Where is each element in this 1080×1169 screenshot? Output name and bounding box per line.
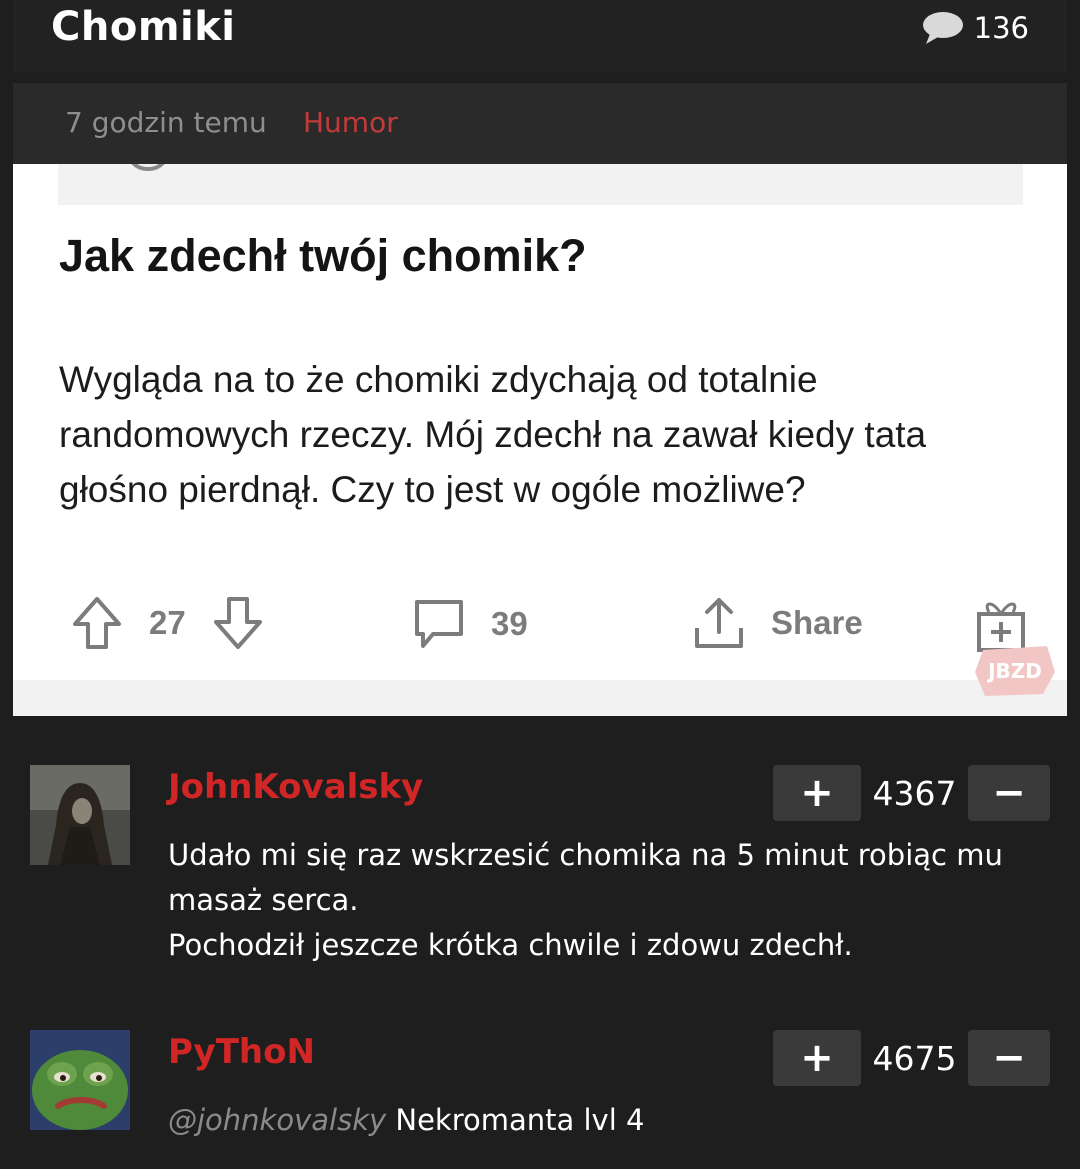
vote-box: + 4675 − [773,1030,1050,1086]
comment-icon [415,600,463,648]
downvote-button[interactable]: − [968,765,1050,821]
comment-username[interactable]: PyThoN [168,1032,315,1072]
embed-share-label: Share [771,604,863,641]
embed-vote-group: 27 [69,594,266,652]
embed-score: 27 [149,604,186,641]
embed-post-title: Jak zdechł twój chomik? [59,230,587,281]
embed-post-body: Wygląda na to że chomiki zdychają od tot… [59,359,927,510]
comment-score: 4675 [872,1038,957,1078]
user-mention-link[interactable]: @johnkovalsky [168,1103,386,1137]
page-title: Chomiki [51,4,236,50]
watermark-text: JBZD [986,659,1042,683]
post-time: 7 godzin temu [65,106,267,139]
upvote-button[interactable]: + [773,765,861,821]
avatar[interactable] [30,765,130,865]
comment-text: @johnkovalsky Nekromanta lvl 4 [168,1098,1048,1143]
upvote-arrow-icon [73,597,121,649]
category-link[interactable]: Humor [303,106,398,139]
embed-comments-group: 39 [411,596,528,652]
watermark-logo: JBZD [975,646,1055,696]
comment-text: Udało mi się raz wskrzesić chomika na 5 … [168,833,1048,968]
vote-box: + 4367 − [773,765,1050,821]
downvote-arrow-icon [213,597,262,649]
comment-username[interactable]: JohnKovalsky [168,767,423,807]
embed-share-group: Share [691,594,863,652]
award-icon [131,164,165,171]
speech-bubble-icon [922,12,963,44]
share-icon [695,598,743,648]
embed-top-strip [58,164,1023,205]
comment-line: Udało mi się raz wskrzesić chomika na 5 … [168,838,1003,917]
comment-count: 136 [973,11,1029,45]
embed-action-bar: 27 39 Share [13,594,1067,654]
embed-bottom-strip [13,680,1067,716]
avatar[interactable] [30,1030,130,1130]
comment-count-link[interactable]: 136 [922,10,1029,46]
comment-score: 4367 [872,773,957,813]
comment-line: Pochodził jeszcze krótka chwile i zdowu … [168,928,853,962]
post-meta-bar: 7 godzin temu Humor [13,83,1067,164]
embed-comment-count: 39 [491,605,528,642]
header-bar: Chomiki 136 [13,0,1067,72]
post-image: Jak zdechł twój chomik? Wygląda na to że… [13,164,1067,716]
comment-body: Nekromanta lvl 4 [395,1103,645,1137]
upvote-button[interactable]: + [773,1030,861,1086]
downvote-button[interactable]: − [968,1030,1050,1086]
